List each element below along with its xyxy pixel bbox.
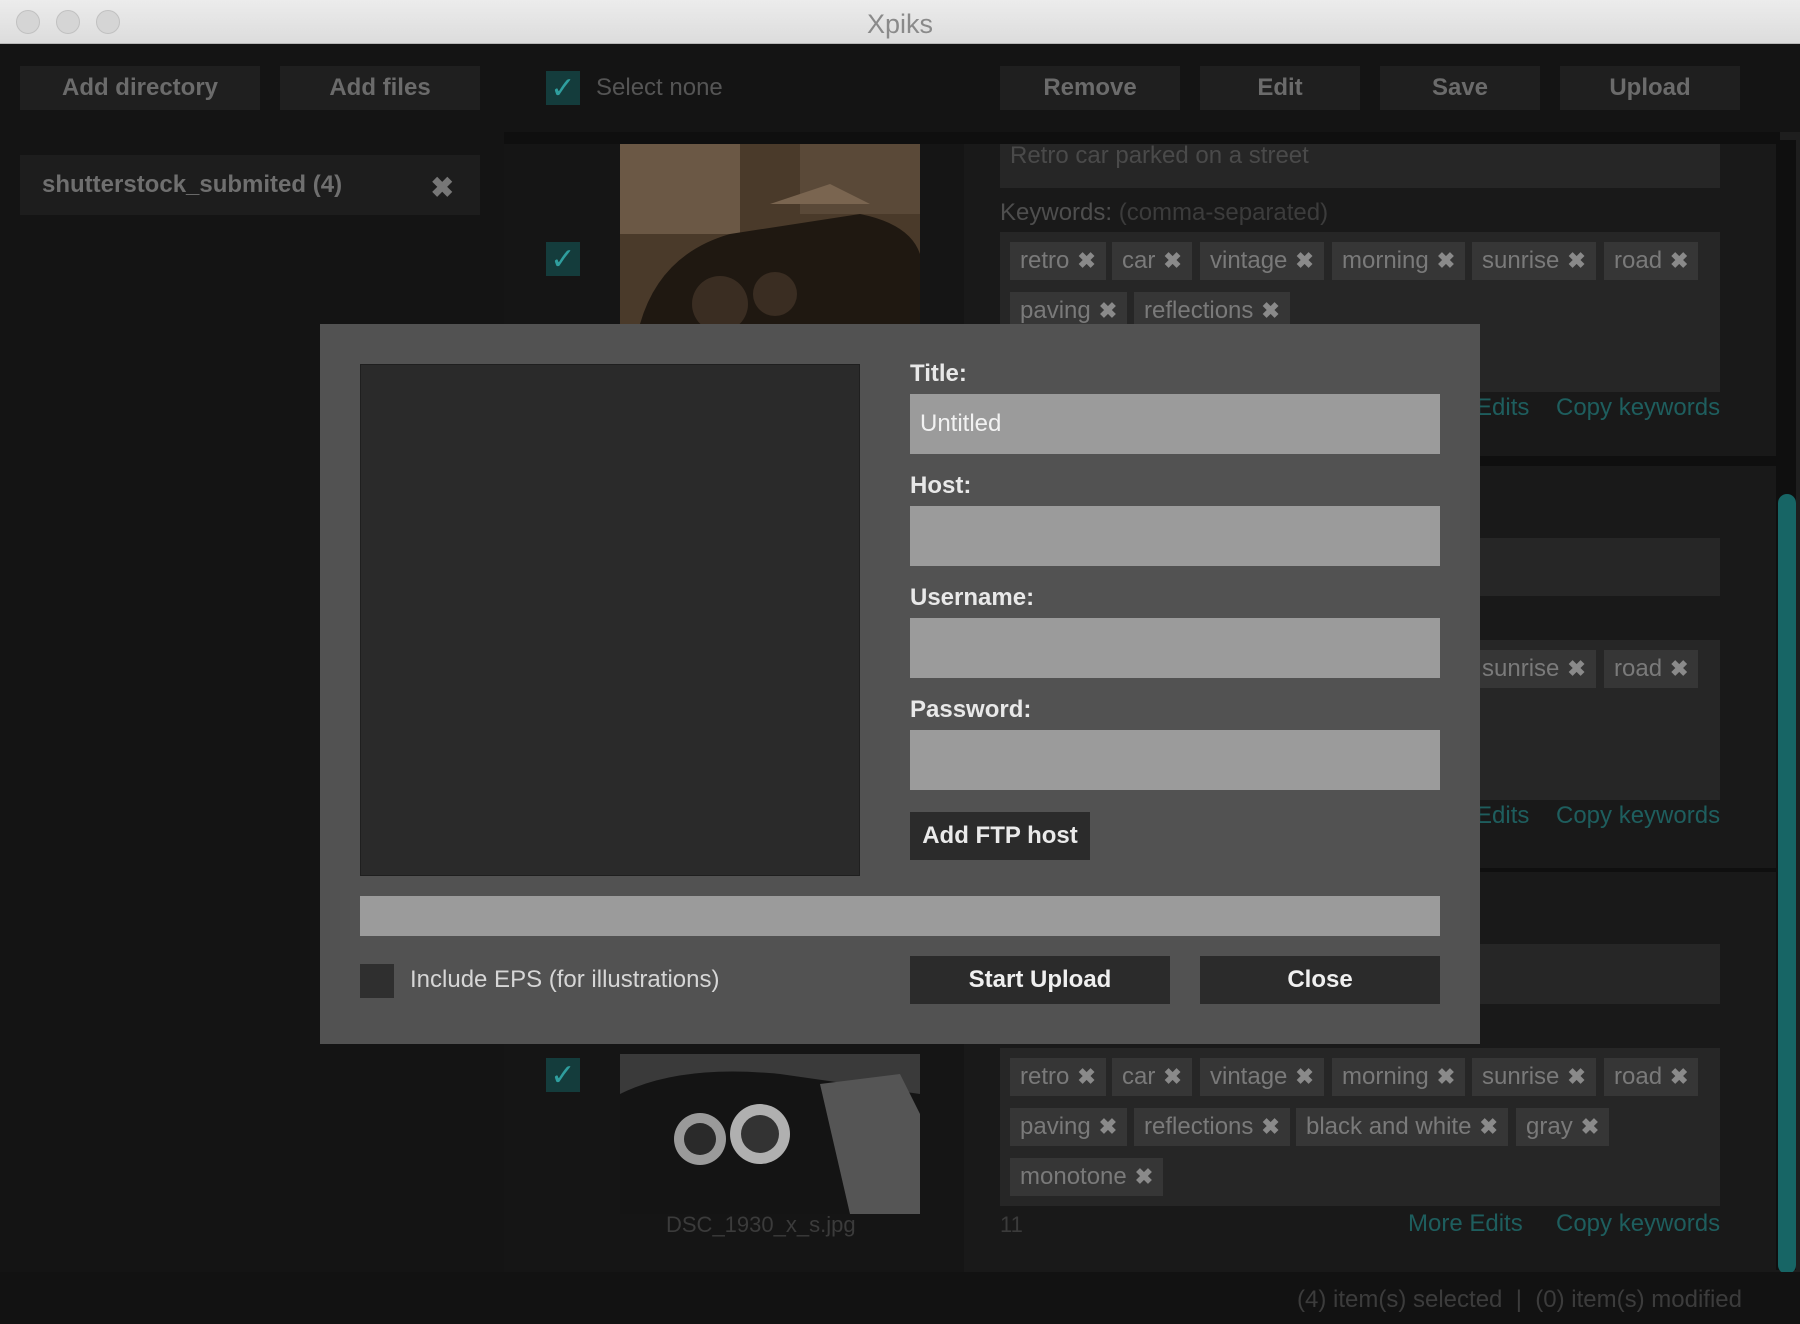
close-dialog-button[interactable]: Close <box>1200 956 1440 1004</box>
keyword-tag[interactable]: reflections ✖ <box>1134 1108 1290 1146</box>
password-label: Password: <box>910 696 1032 723</box>
more-edits-link[interactable]: More Edits <box>1408 1210 1523 1238</box>
remove-keyword-icon[interactable]: ✖ <box>1670 248 1688 274</box>
keyword-tag[interactable]: retro ✖ <box>1010 242 1106 280</box>
remove-keyword-icon[interactable]: ✖ <box>1567 248 1585 274</box>
remove-keyword-icon[interactable]: ✖ <box>1295 248 1313 274</box>
keyword-tag[interactable]: sunrise ✖ <box>1472 1058 1596 1096</box>
add-files-button[interactable]: Add files <box>280 66 480 110</box>
keyword-tag[interactable]: paving ✖ <box>1010 1108 1128 1146</box>
keyword-tag[interactable]: car ✖ <box>1112 1058 1192 1096</box>
edit-button[interactable]: Edit <box>1200 66 1360 110</box>
remove-keyword-icon[interactable]: ✖ <box>1135 1164 1153 1190</box>
remove-keyword-icon[interactable]: ✖ <box>1437 248 1455 274</box>
copy-keywords-link[interactable]: Copy keywords <box>1556 394 1720 422</box>
keyword-tag[interactable]: gray ✖ <box>1516 1108 1610 1146</box>
keyword-tag[interactable]: road ✖ <box>1604 1058 1699 1096</box>
remove-keyword-icon[interactable]: ✖ <box>1163 1064 1181 1090</box>
remove-keyword-icon[interactable]: ✖ <box>1261 1114 1279 1140</box>
remove-keyword-icon[interactable]: ✖ <box>1670 656 1688 682</box>
keyword-tag[interactable]: monotone ✖ <box>1010 1158 1164 1196</box>
checkmark-icon: ✓ <box>550 1058 576 1092</box>
checkmark-icon: ✓ <box>550 242 576 276</box>
copy-keywords-link[interactable]: Copy keywords <box>1556 1210 1720 1238</box>
username-label: Username: <box>910 584 1035 611</box>
keyword-tag[interactable]: morning ✖ <box>1332 242 1466 280</box>
scrollbar-thumb[interactable] <box>1778 494 1796 1274</box>
keyword-tag[interactable]: retro ✖ <box>1010 1058 1106 1096</box>
add-directory-button[interactable]: Add directory <box>20 66 260 110</box>
toolbar: Add directory Add files ✓ Select none Re… <box>0 44 1800 132</box>
upload-progress-bar <box>360 896 1440 936</box>
include-eps-label[interactable]: Include EPS (for illustrations) <box>410 966 719 994</box>
keyword-tag[interactable]: black and white ✖ <box>1296 1108 1508 1146</box>
upload-button[interactable]: Upload <box>1560 66 1740 110</box>
keyword-tag[interactable]: morning ✖ <box>1332 1058 1466 1096</box>
start-upload-button[interactable]: Start Upload <box>910 956 1170 1004</box>
status-text: (4) item(s) selected | (0) item(s) modif… <box>1297 1286 1742 1313</box>
keyword-tag[interactable]: vintage ✖ <box>1200 242 1324 280</box>
image-preview <box>360 364 860 876</box>
remove-keyword-icon[interactable]: ✖ <box>1163 248 1181 274</box>
remove-keyword-icon[interactable]: ✖ <box>1099 298 1117 324</box>
remove-keyword-icon[interactable]: ✖ <box>1479 1114 1497 1140</box>
keyword-tag[interactable]: sunrise ✖ <box>1472 650 1596 688</box>
item-thumbnail-retro-car-bw[interactable] <box>620 1044 920 1224</box>
remove-keyword-icon[interactable]: ✖ <box>1567 1064 1585 1090</box>
host-label: Host: <box>910 472 972 499</box>
window-titlebar: Xpiks <box>0 0 1800 44</box>
title-label: Title: <box>910 360 967 387</box>
keyword-tag[interactable]: road ✖ <box>1604 242 1699 280</box>
keyword-tag[interactable]: car ✖ <box>1112 242 1192 280</box>
keyword-tag[interactable]: sunrise ✖ <box>1472 242 1596 280</box>
keywords-label: Keywords: (comma-separated) <box>1000 199 1329 226</box>
window-title: Xpiks <box>866 9 934 39</box>
include-eps-checkbox[interactable] <box>360 964 394 998</box>
copy-keywords-link[interactable]: Copy keywords <box>1556 802 1720 830</box>
remove-button[interactable]: Remove <box>1000 66 1180 110</box>
remove-directory-icon[interactable]: ✖ <box>431 171 454 204</box>
remove-keyword-icon[interactable]: ✖ <box>1261 298 1279 324</box>
remove-keyword-icon[interactable]: ✖ <box>1437 1064 1455 1090</box>
add-ftp-host-button[interactable]: Add FTP host <box>910 812 1090 860</box>
directory-name: shutterstock_submited (4) <box>42 171 343 198</box>
select-all-checkbox[interactable]: ✓ <box>546 71 580 105</box>
item-thumbnail-retro-car-sepia[interactable] <box>620 144 920 324</box>
remove-keyword-icon[interactable]: ✖ <box>1077 1064 1095 1090</box>
keyword-tag[interactable]: vintage ✖ <box>1200 1058 1324 1096</box>
keyword-count: 11 <box>1000 1212 1023 1237</box>
remove-keyword-icon[interactable]: ✖ <box>1077 248 1095 274</box>
checkmark-icon: ✓ <box>550 71 576 105</box>
directory-item[interactable]: shutterstock_submited (4) ✖ <box>20 155 480 215</box>
upload-dialog: Title: Untitled Host: Username: Password… <box>320 324 1480 1044</box>
password-input[interactable] <box>910 730 1440 790</box>
more-edits-link[interactable]: Edits <box>1476 394 1529 422</box>
item-checkbox[interactable]: ✓ <box>546 242 580 276</box>
status-bar: (4) item(s) selected | (0) item(s) modif… <box>0 1272 1800 1324</box>
select-none-label[interactable]: Select none <box>596 74 723 102</box>
remove-keyword-icon[interactable]: ✖ <box>1581 1114 1599 1140</box>
more-edits-link[interactable]: Edits <box>1476 802 1529 830</box>
remove-keyword-icon[interactable]: ✖ <box>1099 1114 1117 1140</box>
save-button[interactable]: Save <box>1380 66 1540 110</box>
host-input[interactable] <box>910 506 1440 566</box>
remove-keyword-icon[interactable]: ✖ <box>1670 1064 1688 1090</box>
item-checkbox[interactable]: ✓ <box>546 1058 580 1092</box>
item-filename: DSC_1930_x_s.jpg <box>666 1212 856 1237</box>
description-text: Retro car parked on a street <box>1010 142 1309 169</box>
keyword-tag[interactable]: road ✖ <box>1604 650 1699 688</box>
username-input[interactable] <box>910 618 1440 678</box>
remove-keyword-icon[interactable]: ✖ <box>1295 1064 1313 1090</box>
remove-keyword-icon[interactable]: ✖ <box>1567 656 1585 682</box>
title-input[interactable]: Untitled <box>910 394 1440 454</box>
